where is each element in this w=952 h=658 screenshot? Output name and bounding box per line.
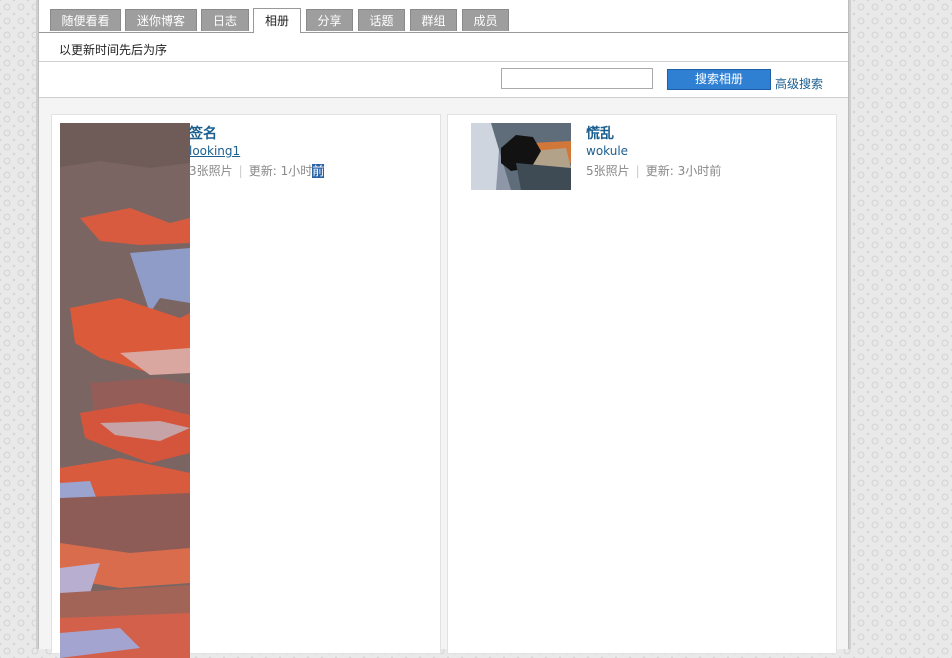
album-cover-image [60, 123, 190, 658]
tab-albums[interactable]: 相册 [253, 8, 301, 33]
album-title[interactable]: 慌乱 [586, 123, 614, 143]
album-search-input[interactable] [501, 68, 653, 89]
tab-topics[interactable]: 话题 [358, 9, 405, 31]
tab-journal[interactable]: 日志 [201, 9, 249, 31]
meta-separator: | [238, 164, 243, 178]
album-card: 签名 looking1 3张照片 | 更新: 1小时前 [51, 114, 441, 658]
sort-order-label: 以更新时间先后为序 [59, 43, 168, 57]
tab-members[interactable]: 成员 [462, 9, 509, 31]
album-cover-image [471, 123, 571, 190]
album-owner-link[interactable]: wokule [586, 144, 628, 158]
tab-groups[interactable]: 群组 [410, 9, 457, 31]
selected-text-highlight: 前 [312, 164, 325, 178]
page-container: 随便看看 迷你博客 日志 相册 分享 话题 群组 成员 以更新时间先后为序 搜索… [38, 0, 849, 658]
tab-bar: 随便看看 迷你博客 日志 相册 分享 话题 群组 成员 [39, 0, 848, 33]
search-albums-button[interactable]: 搜索相册 [667, 69, 771, 90]
updated-time: 3小时前 [677, 164, 722, 178]
album-owner-link[interactable]: looking1 [189, 144, 240, 158]
updated-label: 更新: [248, 164, 277, 178]
photo-count: 3张照片 [189, 164, 233, 178]
search-bar: 搜索相册 高级搜索 [39, 62, 848, 98]
updated-label: 更新: [645, 164, 674, 178]
updated-time: 1小时 [280, 164, 313, 178]
meta-separator: | [635, 164, 640, 178]
sort-bar: 以更新时间先后为序 [39, 33, 848, 62]
advanced-search-link[interactable]: 高级搜索 [775, 75, 823, 92]
album-meta: 5张照片 | 更新: 3小时前 [586, 162, 721, 179]
album-title[interactable]: 签名 [189, 123, 217, 143]
album-list: 签名 looking1 3张照片 | 更新: 1小时前 慌乱 wokule 5张… [39, 98, 848, 658]
album-card: 慌乱 wokule 5张照片 | 更新: 3小时前 [447, 114, 837, 654]
album-cover-thumbnail[interactable] [60, 123, 190, 658]
album-meta: 3张照片 | 更新: 1小时前 [189, 162, 325, 179]
album-cover-thumbnail[interactable] [471, 123, 571, 190]
tab-mini-blog[interactable]: 迷你博客 [125, 9, 197, 31]
tab-share[interactable]: 分享 [306, 9, 353, 31]
tab-random[interactable]: 随便看看 [50, 9, 121, 31]
photo-count: 5张照片 [586, 164, 630, 178]
